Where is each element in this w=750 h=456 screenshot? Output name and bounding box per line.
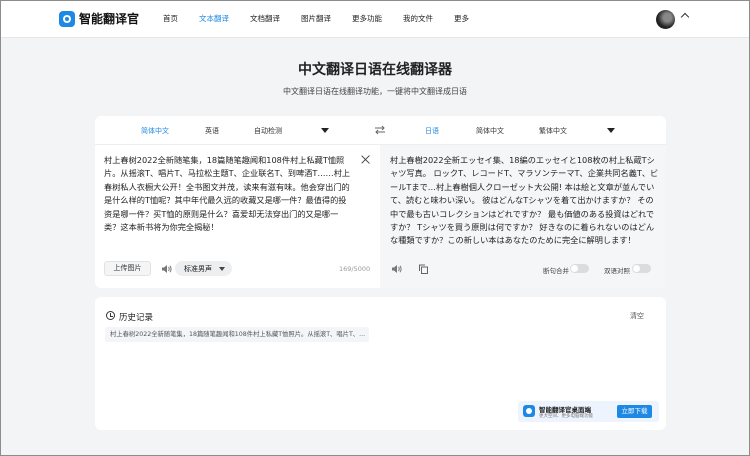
download-now-button[interactable]: 立即下载	[617, 405, 652, 418]
nav-item-home[interactable]: 首页	[163, 13, 178, 24]
target-pane: 村上春樹2022全新エッセイ集、18編のエッセイと108枚の村上私蔵Tシャツ写真…	[380, 145, 666, 288]
nav-item-more[interactable]: 更多	[454, 13, 469, 24]
user-avatar[interactable]	[656, 10, 675, 29]
sentence-merge-toggle[interactable]	[570, 264, 589, 273]
app-logo-icon	[523, 405, 535, 417]
history-title: 历史记录	[119, 313, 154, 323]
chevron-up-icon[interactable]	[680, 12, 690, 22]
target-lang-option-chinese-simplified[interactable]: 简体中文	[476, 126, 504, 136]
target-lang-dropdown-icon[interactable]	[607, 128, 615, 133]
speaker-icon[interactable]	[391, 264, 402, 274]
nav-item-more-features[interactable]: 更多功能	[352, 13, 382, 24]
sentence-merge-label: 断句合并	[543, 267, 569, 275]
source-pane: 村上春树2022全新随笔集，18篇随笔趣闻和108件村上私藏T恤照片。从摇滚T、…	[95, 145, 380, 288]
char-count: 169/5000	[339, 265, 371, 273]
source-lang-selected[interactable]: 简体中文	[141, 126, 169, 136]
close-icon[interactable]	[361, 155, 370, 164]
page-subtitle: 中文翻译日语在线翻译功能，一键将中文翻译成日语	[283, 87, 467, 96]
desktop-app-promo: 智能翻译官桌面端 更大空间、更多电脑端功能 立即下载	[518, 401, 659, 422]
nav-item-my-files[interactable]: 我的文件	[403, 13, 433, 24]
copy-icon[interactable]	[418, 264, 429, 274]
app-logo-icon	[59, 10, 75, 27]
voice-select[interactable]: 标准男声	[175, 261, 232, 276]
chevron-down-icon	[219, 267, 225, 271]
nav-item-document-translation[interactable]: 文档翻译	[250, 13, 280, 24]
history-panel: 历史记录 清空 村上春树2022全新随笔集，18篇随笔趣闻和108件村上私藏T恤…	[95, 297, 666, 430]
target-lang-selected[interactable]: 日语	[425, 126, 439, 136]
bilingual-label: 双语对照	[604, 267, 630, 275]
source-lang-option-english[interactable]: 英语	[205, 126, 219, 136]
translator-card: 简体中文 英语 自动检测 日语 简体中文 繁体中文 村上春树2022全新随笔集，…	[95, 116, 666, 288]
bilingual-toggle[interactable]	[632, 264, 651, 273]
source-lang-option-auto-detect[interactable]: 自动检测	[254, 126, 282, 136]
nav-item-text-translation[interactable]: 文本翻译	[199, 13, 229, 24]
promo-subtitle: 更大空间、更多电脑端功能	[539, 414, 593, 419]
history-icon	[106, 311, 115, 320]
app-name: 智能翻译官	[79, 12, 140, 26]
upload-image-button[interactable]: 上传图片	[104, 261, 151, 276]
history-item[interactable]: 村上春树2022全新随笔集，18篇随笔趣闻和108件村上私藏T恤照片。从摇滚T、…	[105, 327, 369, 342]
translation-output: 村上春樹2022全新エッセイ集、18編のエッセイと108枚の村上私蔵Tシャツ写真…	[390, 155, 659, 246]
target-lang-option-chinese-traditional[interactable]: 繁体中文	[539, 126, 567, 136]
speaker-icon[interactable]	[161, 264, 172, 274]
page-title: 中文翻译日语在线翻译器	[298, 62, 452, 78]
app-logo[interactable]: 智能翻译官	[59, 10, 139, 27]
main-nav: 首页 文本翻译 文档翻译 图片翻译 更多功能 我的文件 更多	[163, 13, 490, 24]
source-text-input[interactable]: 村上春树2022全新随笔集，18篇随笔趣闻和108件村上私藏T恤照片。从摇滚T、…	[104, 154, 354, 234]
source-lang-dropdown-icon[interactable]	[321, 128, 329, 133]
nav-item-image-translation[interactable]: 图片翻译	[301, 13, 331, 24]
swap-languages-icon[interactable]	[374, 125, 386, 135]
top-navbar: 智能翻译官 首页 文本翻译 文档翻译 图片翻译 更多功能 我的文件 更多	[0, 0, 750, 38]
voice-select-value: 标准男声	[184, 265, 212, 273]
clear-history-button[interactable]: 清空	[630, 311, 644, 321]
language-bar: 简体中文 英语 自动检测 日语 简体中文 繁体中文	[95, 116, 666, 145]
